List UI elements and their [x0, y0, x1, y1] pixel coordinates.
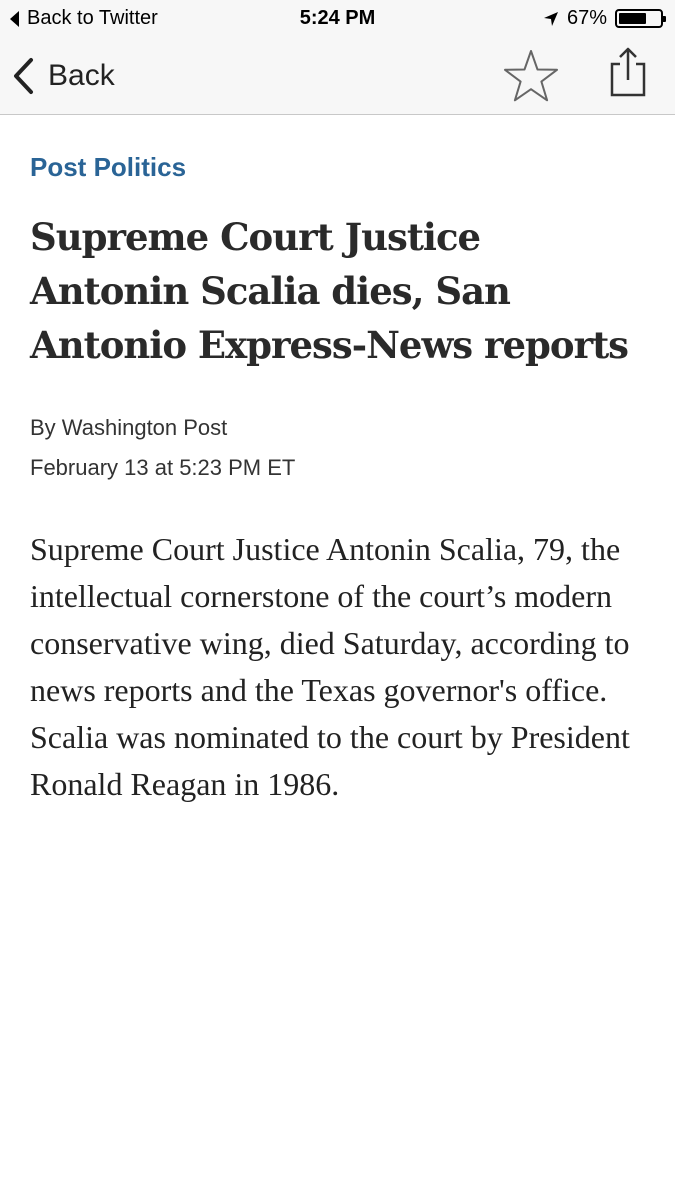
battery-percent: 67%: [566, 7, 607, 29]
share-button[interactable]: [606, 46, 650, 103]
article-headline: Supreme Court Justice Antonin Scalia die…: [30, 215, 629, 367]
battery-fill: [619, 13, 646, 24]
article: Post Politics Supreme Court Justice Anto…: [30, 140, 645, 808]
nav-bar: Back: [0, 36, 675, 115]
location-arrow-icon: [543, 11, 558, 26]
article-meta: By Washington Post February 13 at 5:23 P…: [30, 408, 645, 488]
star-icon: [504, 50, 558, 102]
status-bar: Back to Twitter 5:24 PM 67%: [0, 0, 675, 36]
article-body: Supreme Court Justice Antonin Scalia, 79…: [30, 531, 630, 802]
back-button-label: Back: [48, 59, 115, 92]
dateline: February 13 at 5:23 PM ET: [30, 455, 296, 480]
status-indicators: 67%: [543, 7, 666, 30]
section-link[interactable]: Post Politics: [30, 152, 645, 182]
battery-icon: [615, 9, 666, 28]
chevron-left-icon: [14, 58, 33, 94]
back-button[interactable]: Back: [12, 54, 115, 98]
byline: By Washington Post: [30, 415, 228, 440]
share-icon: [610, 47, 646, 97]
bookmark-button[interactable]: [502, 48, 560, 109]
